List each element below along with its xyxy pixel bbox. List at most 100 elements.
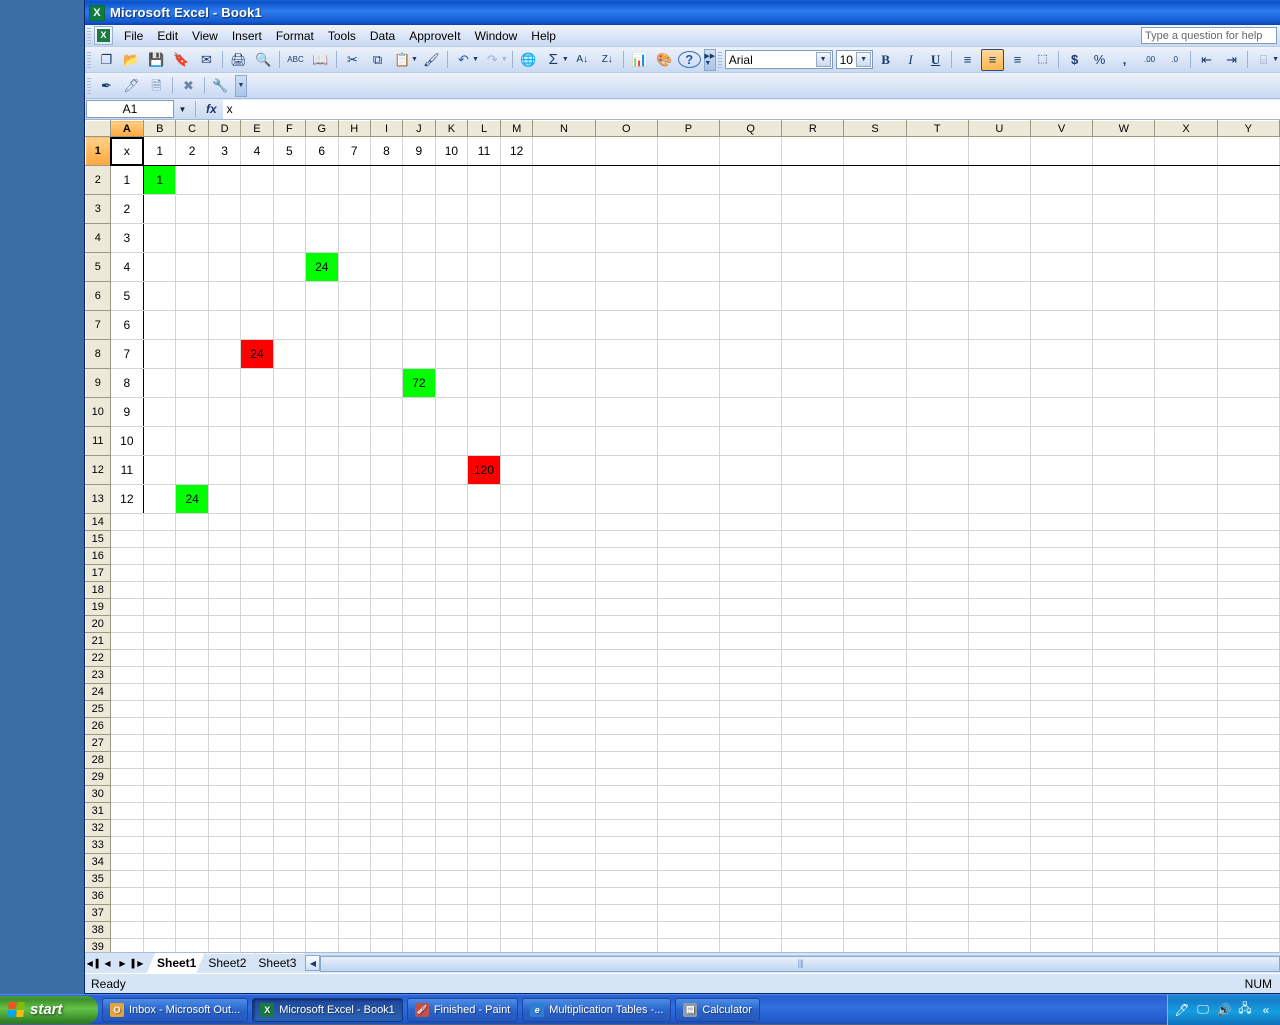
cell-i29[interactable]: [370, 769, 402, 786]
cell-o9[interactable]: [595, 369, 657, 398]
cell-f1[interactable]: 5: [273, 137, 305, 166]
cell-l5[interactable]: [468, 253, 501, 282]
cell-e31[interactable]: [241, 803, 274, 820]
cell-i3[interactable]: [370, 195, 402, 224]
column-header-k[interactable]: K: [435, 121, 468, 137]
cell-q20[interactable]: [720, 616, 782, 633]
cell-o34[interactable]: [595, 854, 657, 871]
cell-n34[interactable]: [533, 854, 595, 871]
cell-w14[interactable]: [1093, 514, 1155, 531]
cell-k12[interactable]: [435, 456, 468, 485]
cell-b23[interactable]: [144, 667, 176, 684]
cell-n18[interactable]: [533, 582, 595, 599]
cell-f26[interactable]: [273, 718, 305, 735]
cell-j23[interactable]: [403, 667, 436, 684]
cell-g11[interactable]: [306, 427, 339, 456]
cell-r6[interactable]: [782, 282, 844, 311]
cell-x34[interactable]: [1155, 854, 1217, 871]
cell-r18[interactable]: [782, 582, 844, 599]
cell-s4[interactable]: [844, 224, 906, 253]
cell-a35[interactable]: [110, 871, 143, 888]
cell-k1[interactable]: 10: [435, 137, 468, 166]
standard-toolbar-overflow-button[interactable]: ▶▶▼: [704, 49, 716, 71]
workbook-control-icon[interactable]: [94, 26, 113, 45]
cell-m21[interactable]: [500, 633, 533, 650]
cell-p5[interactable]: [657, 253, 719, 282]
cell-u16[interactable]: [968, 548, 1030, 565]
cell-c2[interactable]: [176, 166, 209, 195]
cell-t36[interactable]: [906, 888, 968, 905]
cell-p35[interactable]: [657, 871, 719, 888]
cell-q24[interactable]: [720, 684, 782, 701]
cell-j32[interactable]: [403, 820, 436, 837]
cell-p37[interactable]: [657, 905, 719, 922]
cell-a18[interactable]: [110, 582, 143, 599]
cell-s34[interactable]: [844, 854, 906, 871]
cell-x17[interactable]: [1155, 565, 1217, 582]
new-document-icon[interactable]: ❐: [95, 49, 118, 71]
cell-w39[interactable]: [1093, 939, 1155, 953]
cell-t39[interactable]: [906, 939, 968, 953]
cell-m25[interactable]: [500, 701, 533, 718]
cell-r25[interactable]: [782, 701, 844, 718]
cell-k19[interactable]: [435, 599, 468, 616]
cell-a34[interactable]: [110, 854, 143, 871]
cell-j3[interactable]: [403, 195, 436, 224]
cell-q25[interactable]: [720, 701, 782, 718]
cell-r13[interactable]: [782, 485, 844, 514]
cell-i19[interactable]: [370, 599, 402, 616]
cell-a36[interactable]: [110, 888, 143, 905]
cell-v39[interactable]: [1030, 939, 1092, 953]
ask-a-question-box[interactable]: Type a question for help: [1141, 27, 1277, 44]
formatting-toolbar-grip[interactable]: [718, 52, 722, 68]
cell-b22[interactable]: [144, 650, 176, 667]
insert-function-icon[interactable]: fx: [206, 102, 217, 116]
cell-s6[interactable]: [844, 282, 906, 311]
cell-j4[interactable]: [403, 224, 436, 253]
cell-d39[interactable]: [208, 939, 240, 953]
cell-d7[interactable]: [208, 311, 240, 340]
cell-w12[interactable]: [1093, 456, 1155, 485]
cell-v6[interactable]: [1030, 282, 1092, 311]
cell-x35[interactable]: [1155, 871, 1217, 888]
hyperlink-icon[interactable]: 🌐: [517, 49, 540, 71]
cell-r5[interactable]: [782, 253, 844, 282]
cell-i25[interactable]: [370, 701, 402, 718]
cell-r19[interactable]: [782, 599, 844, 616]
cell-u29[interactable]: [968, 769, 1030, 786]
cell-d37[interactable]: [208, 905, 240, 922]
cell-c33[interactable]: [176, 837, 209, 854]
cell-w34[interactable]: [1093, 854, 1155, 871]
cell-c1[interactable]: 2: [176, 137, 209, 166]
cell-o39[interactable]: [595, 939, 657, 953]
cell-d25[interactable]: [208, 701, 240, 718]
cell-s22[interactable]: [844, 650, 906, 667]
cell-w32[interactable]: [1093, 820, 1155, 837]
cell-v11[interactable]: [1030, 427, 1092, 456]
cell-w21[interactable]: [1093, 633, 1155, 650]
cell-y38[interactable]: [1217, 922, 1279, 939]
cell-s35[interactable]: [844, 871, 906, 888]
row-header-24[interactable]: 24: [86, 684, 111, 701]
cell-o4[interactable]: [595, 224, 657, 253]
cell-j13[interactable]: [403, 485, 436, 514]
cell-m38[interactable]: [500, 922, 533, 939]
cell-b34[interactable]: [144, 854, 176, 871]
cell-r33[interactable]: [782, 837, 844, 854]
cell-a17[interactable]: [110, 565, 143, 582]
cell-k29[interactable]: [435, 769, 468, 786]
cell-j37[interactable]: [403, 905, 436, 922]
cell-q12[interactable]: [720, 456, 782, 485]
cell-n11[interactable]: [533, 427, 595, 456]
cell-g25[interactable]: [306, 701, 339, 718]
settings-wrench-icon[interactable]: 🔧: [209, 75, 232, 97]
cell-j8[interactable]: [403, 340, 436, 369]
cell-x18[interactable]: [1155, 582, 1217, 599]
sort-descending-icon[interactable]: Z↓: [596, 49, 619, 71]
cell-c23[interactable]: [176, 667, 209, 684]
cell-y39[interactable]: [1217, 939, 1279, 953]
cell-y2[interactable]: [1217, 166, 1279, 195]
cell-y4[interactable]: [1217, 224, 1279, 253]
cell-f8[interactable]: [273, 340, 305, 369]
cell-f18[interactable]: [273, 582, 305, 599]
